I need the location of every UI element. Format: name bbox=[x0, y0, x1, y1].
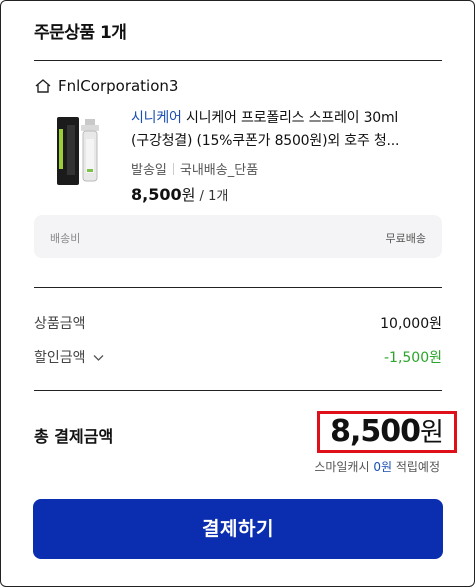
product-title[interactable]: 시니케어 시니케어 프로폴리스 스프레이 30ml (구강청결) (15%쿠폰가… bbox=[131, 107, 436, 153]
divider bbox=[34, 60, 442, 61]
shipping-fee-box: 배송비 무료배송 bbox=[34, 215, 442, 258]
separator bbox=[172, 162, 174, 175]
shipping-info: 발송일 국내배송_단품 bbox=[131, 159, 258, 178]
product-name-line1: 시니케어 프로폴리스 스프레이 30ml bbox=[181, 110, 399, 126]
reward-info: 스마일캐시 0원 적립예정 bbox=[314, 458, 440, 475]
product-brand[interactable]: 시니케어 bbox=[131, 110, 182, 126]
shipping-fee-value: 무료배송 bbox=[385, 232, 426, 245]
ship-method: 발송일 bbox=[131, 163, 167, 178]
home-icon bbox=[34, 78, 52, 94]
reward-prefix: 스마일캐시 bbox=[314, 460, 374, 474]
total-amount-highlight: 8,500원 bbox=[317, 411, 457, 453]
divider bbox=[34, 287, 442, 288]
chevron-down-icon bbox=[93, 350, 104, 366]
discount-label: 할인금액 bbox=[34, 350, 86, 366]
product-qty: / 1개 bbox=[195, 189, 229, 204]
divider bbox=[34, 390, 442, 391]
reward-suffix: 적립예정 bbox=[392, 460, 440, 474]
total-amount: 8,500 bbox=[330, 414, 421, 449]
product-price-unit: 원 bbox=[181, 186, 196, 204]
discount-value: -1,500원 bbox=[383, 350, 442, 366]
total-label: 총 결제금액 bbox=[34, 427, 114, 446]
ship-type: 국내배송_단품 bbox=[179, 163, 259, 178]
product-price: 8,500 bbox=[131, 185, 182, 204]
product-thumbnail[interactable] bbox=[51, 111, 107, 187]
product-name-line2: (구강청결) (15%쿠폰가 8500원)외 호주 청... bbox=[131, 133, 400, 149]
reward-value: 0원 bbox=[373, 460, 393, 474]
shipping-fee-label: 배송비 bbox=[50, 232, 81, 245]
product-price-row: 8,500원 / 1개 bbox=[131, 184, 228, 205]
seller-name: FnlCorporation3 bbox=[58, 77, 179, 95]
seller-row[interactable]: FnlCorporation3 bbox=[34, 77, 178, 95]
product-amount-value: 10,000원 bbox=[380, 316, 442, 332]
discount-toggle[interactable]: 할인금액 bbox=[34, 347, 104, 367]
order-summary-panel: 주문상품 1개 FnlCorporation3 시니케어 시니케어 프로폴리스 … bbox=[0, 0, 475, 587]
product-amount-label: 상품금액 bbox=[34, 316, 86, 332]
section-title: 주문상품 1개 bbox=[34, 23, 127, 43]
pay-button[interactable]: 결제하기 bbox=[33, 499, 443, 559]
total-amount-unit: 원 bbox=[419, 418, 444, 448]
